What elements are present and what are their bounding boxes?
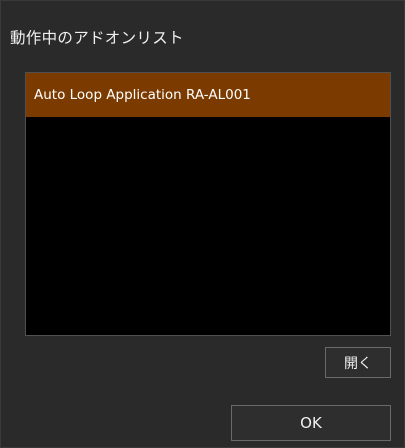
dialog-title: 動作中のアドオンリスト [10, 29, 184, 47]
addon-list-dialog: 動作中のアドオンリスト Auto Loop Application RA-AL0… [0, 0, 405, 448]
open-button[interactable]: 開く [325, 347, 391, 378]
ok-button[interactable]: OK [231, 405, 391, 441]
addon-list[interactable]: Auto Loop Application RA-AL001 [25, 72, 391, 336]
list-item[interactable]: Auto Loop Application RA-AL001 [26, 73, 390, 117]
